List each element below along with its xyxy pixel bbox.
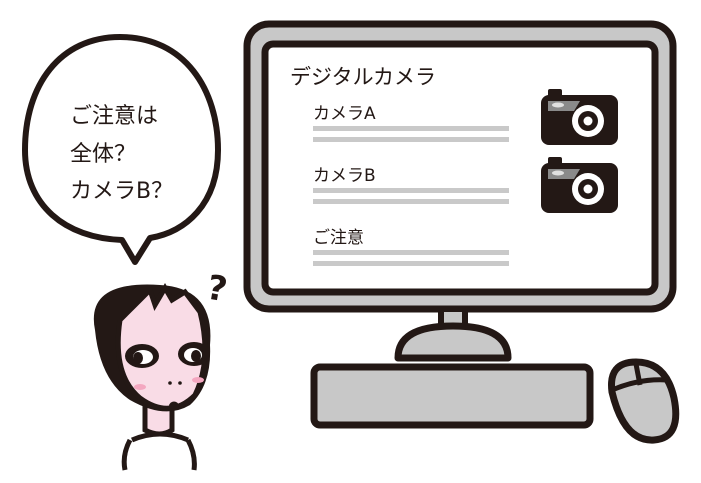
bubble-line: 全体？ <box>70 142 136 167</box>
section-heading-caution: ご注意 <box>313 228 364 248</box>
text-line <box>313 261 509 266</box>
person <box>93 283 211 471</box>
text-line <box>313 250 509 255</box>
text-line <box>313 126 509 131</box>
text-line <box>313 188 509 193</box>
camera-icon <box>541 89 618 145</box>
question-mark: ? <box>204 268 230 311</box>
bubble-line: ご注意は <box>70 104 158 129</box>
text-line <box>313 199 509 204</box>
section-heading-camera-a: カメラA <box>313 104 376 124</box>
text-line <box>313 137 509 142</box>
mouse <box>608 358 680 444</box>
monitor-base <box>394 322 512 362</box>
keyboard <box>310 363 594 429</box>
page-title: デジタルカメラ <box>290 65 436 89</box>
section-heading-camera-b: カメラB <box>313 166 376 186</box>
camera-icon <box>541 157 618 213</box>
bubble-line: カメラB？ <box>70 179 173 204</box>
illustration: デジタルカメラ カメラA カメラB ご注意 ご注意は 全体？ カメラB？ ? <box>22 20 680 471</box>
